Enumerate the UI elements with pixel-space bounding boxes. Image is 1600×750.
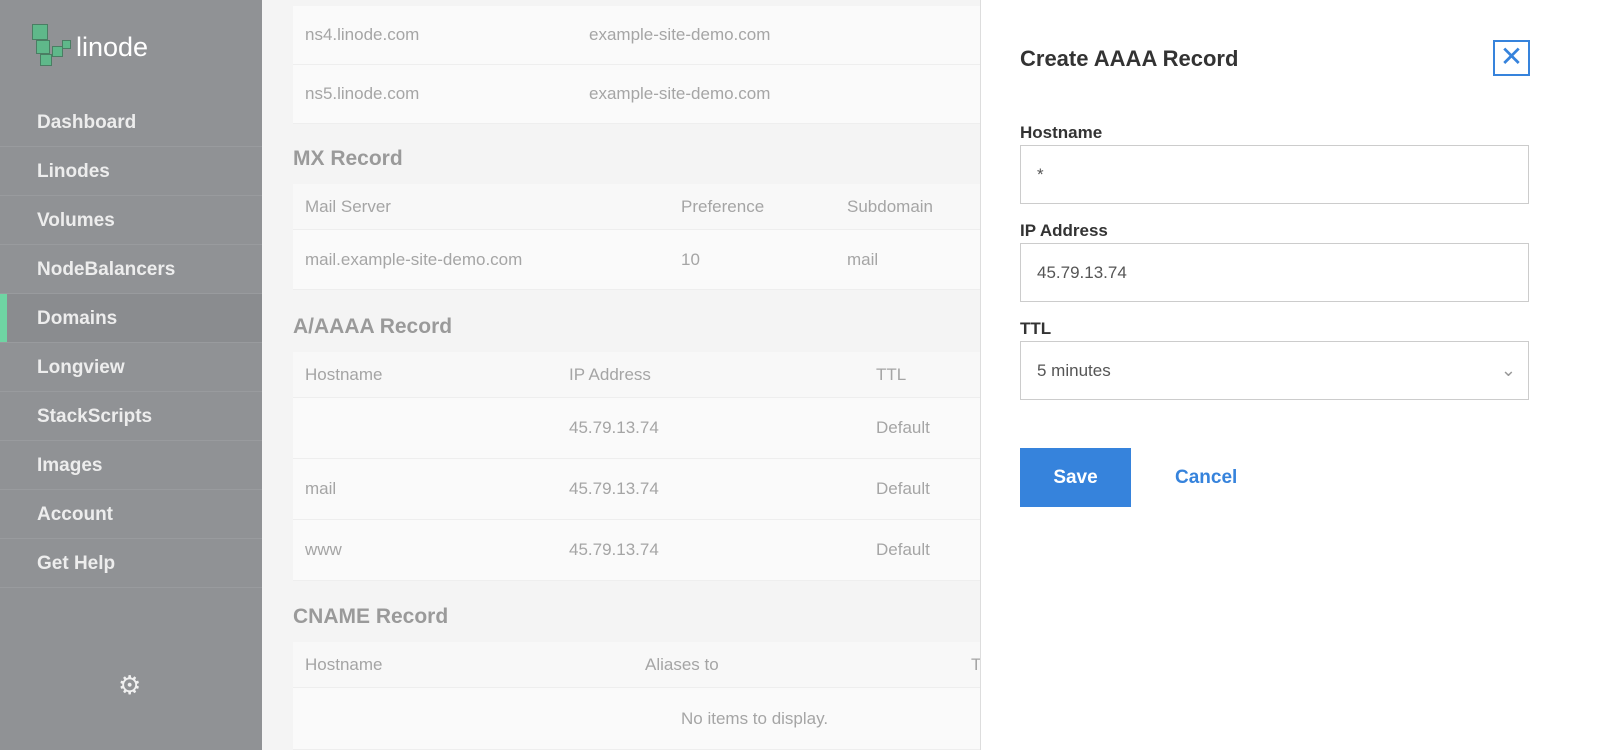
ttl-label: TTL [1020, 319, 1052, 338]
domain-records: ns4.linode.com example-site-demo.com ns5.… [262, 0, 980, 750]
table-row: mail 45.79.13.74 Default [293, 459, 980, 520]
col-aliases[interactable]: Aliases to [645, 655, 719, 675]
linode-logo-icon [30, 22, 72, 72]
ns-name: ns4.linode.com [305, 25, 420, 44]
sidebar-item-nodebalancers[interactable]: NodeBalancers [0, 245, 262, 294]
col-hostname[interactable]: Hostname [305, 655, 382, 675]
cname-title: CNAME Record [293, 605, 449, 628]
table-row: 45.79.13.74 Default [293, 398, 980, 459]
sidebar-item-account[interactable]: Account [0, 490, 262, 539]
table-row: ns4.linode.com example-site-demo.com [293, 6, 980, 65]
a-title: A/AAAA Record [293, 315, 453, 338]
cell: 10 [681, 249, 700, 269]
empty-row: No items to display. [293, 688, 980, 750]
cell: www [305, 540, 342, 559]
ip-address-label: IP Address [1020, 221, 1108, 240]
cell: mail [847, 249, 879, 269]
sidebar-item-longview[interactable]: Longview [0, 343, 262, 392]
table-row: mail.example-site-demo.com 10 mail [293, 230, 980, 290]
col-ip[interactable]: IP Address [569, 365, 651, 385]
ip-address-input[interactable]: 45.79.13.74 [1020, 243, 1529, 302]
col-preference[interactable]: Preference [681, 197, 764, 217]
cell: 45.79.13.74 [569, 540, 659, 559]
sidebar: linode Dashboard Linodes Volumes NodeBal… [0, 0, 262, 750]
table-header: Hostname IP Address TTL [293, 352, 980, 398]
cell: 45.79.13.74 [569, 418, 659, 437]
table-row: www 45.79.13.74 Default [293, 520, 980, 581]
hostname-label: Hostname [1020, 123, 1103, 142]
col-ttl[interactable]: TTL [876, 365, 906, 385]
table-row: ns5.linode.com example-site-demo.com [293, 65, 980, 124]
sidebar-item-stackscripts[interactable]: StackScripts [0, 392, 262, 441]
cell: Default [876, 418, 930, 437]
gear-icon[interactable]: ⚙ [118, 672, 144, 698]
ns-subdomain: example-site-demo.com [589, 84, 771, 103]
sidebar-item-get-help[interactable]: Get Help [0, 539, 262, 588]
ns-name: ns5.linode.com [305, 84, 420, 103]
cell: Default [876, 479, 930, 498]
col-subdomain[interactable]: Subdomain [847, 197, 933, 217]
cell: Default [876, 540, 930, 559]
cancel-button[interactable]: Cancel [1175, 448, 1237, 507]
sidebar-nav: Dashboard Linodes Volumes NodeBalancers … [0, 98, 262, 588]
mx-title: MX Record [293, 147, 403, 170]
col-ttl[interactable]: TTL [971, 655, 980, 675]
sidebar-item-domains[interactable]: Domains [0, 294, 262, 343]
ttl-select[interactable]: 5 minutes ⌄ [1020, 341, 1529, 400]
chevron-down-icon: ⌄ [1500, 360, 1516, 380]
sidebar-item-linodes[interactable]: Linodes [0, 147, 262, 196]
linode-logo[interactable]: linode [30, 22, 148, 72]
sidebar-item-dashboard[interactable]: Dashboard [0, 98, 262, 147]
table-header: Hostname Aliases to TTL [293, 642, 980, 688]
sidebar-item-images[interactable]: Images [0, 441, 262, 490]
col-hostname[interactable]: Hostname [305, 365, 382, 385]
ns-subdomain: example-site-demo.com [589, 25, 771, 44]
drawer-title: Create AAAA Record [1020, 46, 1239, 71]
save-button[interactable]: Save [1020, 448, 1131, 507]
cell: mail.example-site-demo.com [305, 249, 523, 269]
ttl-value: 5 minutes [1037, 361, 1111, 380]
empty-message: No items to display. [681, 708, 829, 728]
cell: mail [305, 479, 337, 498]
sidebar-item-volumes[interactable]: Volumes [0, 196, 262, 245]
hostname-input[interactable]: * [1020, 145, 1529, 204]
col-mail-server[interactable]: Mail Server [305, 197, 391, 217]
logo-text: linode [76, 31, 149, 62]
create-record-drawer: Create AAAA Record ✕ Hostname * IP Addre… [980, 0, 1600, 750]
close-icon[interactable]: ✕ [1493, 40, 1530, 76]
table-header: Mail Server Preference Subdomain [293, 184, 980, 230]
cell: 45.79.13.74 [569, 479, 659, 498]
